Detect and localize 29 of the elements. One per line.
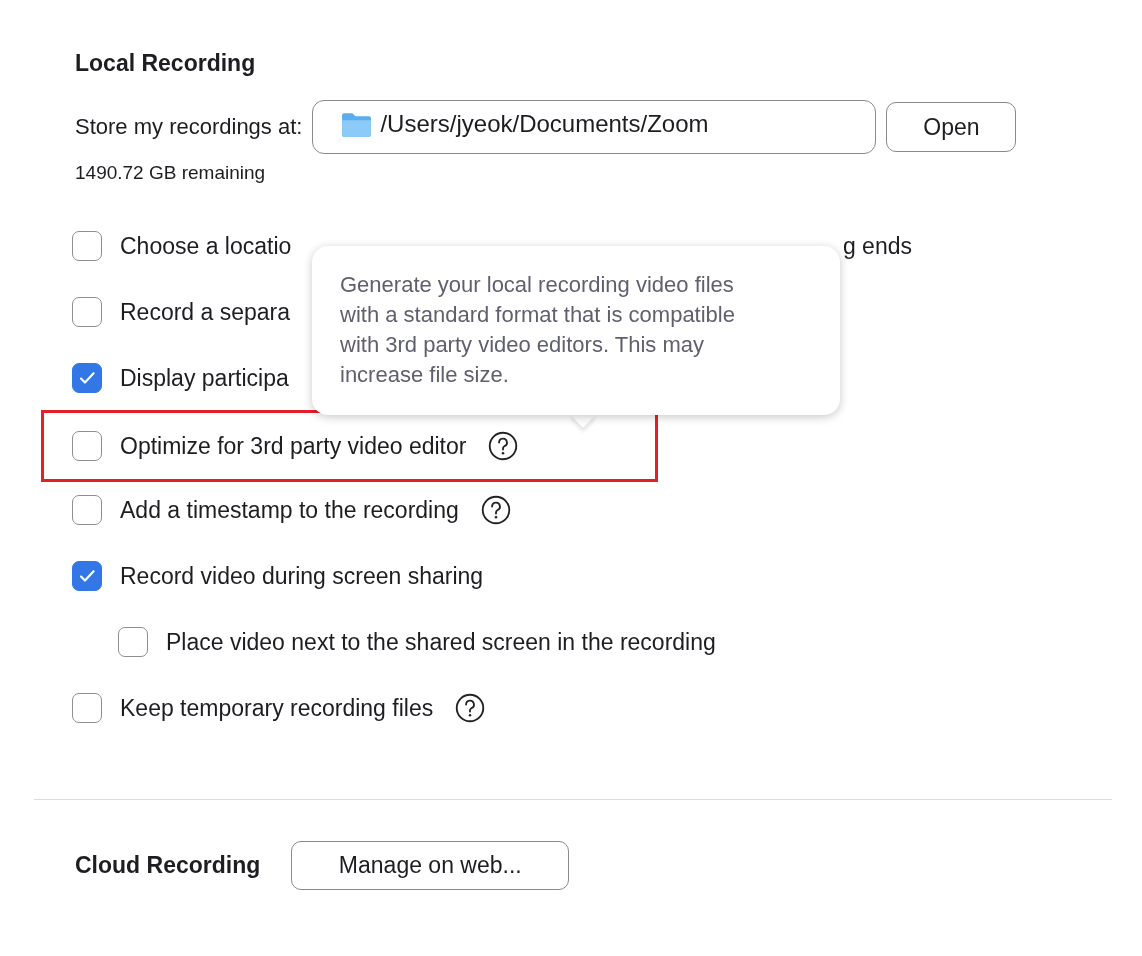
checkbox[interactable] <box>72 431 102 461</box>
checkbox-label: Optimize for 3rd party video editor <box>120 432 467 460</box>
tooltip-text: Generate your local recording video files with a standard format that is compatible with 3rd party video editors. This may increase file size. <box>340 271 736 389</box>
checkbox[interactable] <box>118 627 148 657</box>
help-icon[interactable] <box>488 431 519 461</box>
section-heading: Local Recording <box>75 50 257 77</box>
storage-remaining: 1490.72 GB remaining <box>75 162 267 184</box>
checkbox[interactable] <box>72 495 102 525</box>
checkbox-label: Add a timestamp to the recording <box>120 496 459 524</box>
checkbox-label: Place video next to the shared screen in the recording <box>166 628 716 656</box>
checkbox[interactable] <box>72 231 102 261</box>
checkbox[interactable] <box>72 297 102 327</box>
checkbox-label: Record a separa <box>120 298 291 326</box>
help-icon[interactable] <box>480 495 511 525</box>
checkbox-label: g ends <box>842 232 912 260</box>
checkbox[interactable] <box>72 561 102 591</box>
field-label: Store my recordings at: <box>75 114 303 140</box>
section-heading: Cloud Recording <box>75 852 261 879</box>
checkbox-label: Display participa <box>120 364 289 392</box>
checkbox[interactable] <box>72 693 102 723</box>
checkbox-label: Choose a locatio <box>120 232 292 260</box>
manage-button[interactable]: Manage on web... <box>291 841 570 890</box>
checkbox-label: Keep temporary recording files <box>120 694 434 722</box>
path-field[interactable]: /Users/jyeok/Documents/Zoom <box>312 100 877 154</box>
open-button[interactable]: Open <box>886 102 1017 152</box>
checkbox-label: Record video during screen sharing <box>120 562 484 590</box>
help-icon[interactable] <box>455 693 486 723</box>
checkbox[interactable] <box>72 363 102 393</box>
folder-icon <box>341 110 373 138</box>
